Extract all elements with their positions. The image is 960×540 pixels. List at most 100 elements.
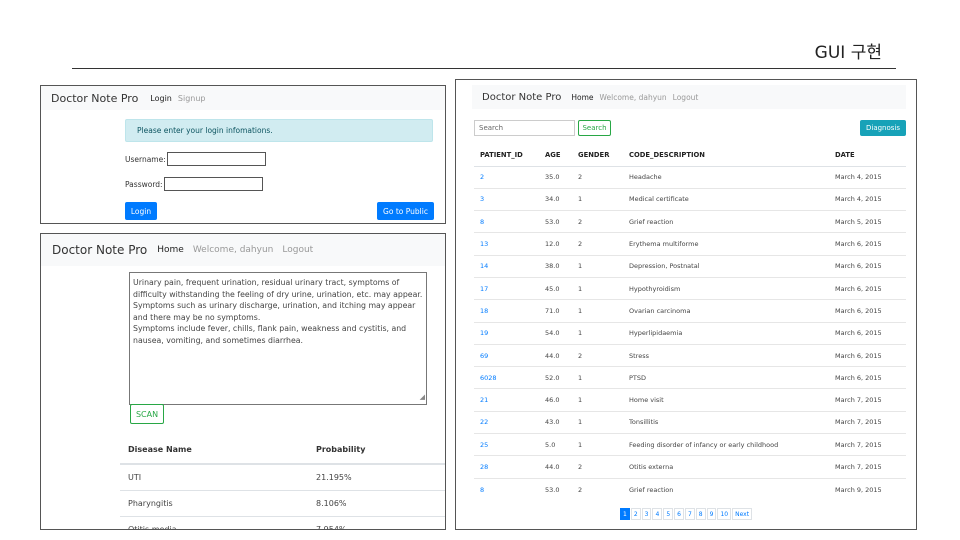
date-cell: March 7, 2015 [829,410,906,434]
patient-id-link[interactable]: 2 [474,165,539,189]
patient-id-link[interactable]: 69 [474,343,539,367]
probability: 8.106% [308,490,445,517]
patient-id-link[interactable]: 28 [474,455,539,479]
age-cell: 71.0 [539,299,572,323]
pagination-page[interactable]: 2 [630,508,641,520]
column-header: AGE [539,144,572,167]
pagination-page[interactable]: 5 [663,508,674,520]
age-cell: 45.0 [539,276,572,300]
gender-cell: 2 [572,477,623,501]
patient-id-link[interactable]: 6028 [474,366,539,389]
pagination-page[interactable]: 4 [652,508,663,520]
username-input[interactable] [166,152,266,166]
diagnosis-navbar: Doctor Note Pro Home Welcome, dahyun Log… [41,234,445,266]
date-cell: March 4, 2015 [829,165,906,189]
date-cell: March 5, 2015 [829,210,906,233]
column-header: GENDER [572,144,623,167]
gender-cell: 2 [572,455,623,479]
brand-logo[interactable]: Doctor Note Pro [52,243,147,257]
table-row: 2 35.0 2 Headache March 4, 2015 [474,165,906,189]
diagnosis-button[interactable]: Diagnosis [860,120,906,136]
patient-id-link[interactable]: 8 [474,477,539,501]
pagination-page[interactable]: 8 [695,508,706,520]
table-row: 22 43.0 1 Tonsillitis March 7, 2015 [474,410,906,434]
date-cell: March 6, 2015 [829,232,906,256]
date-cell: March 7, 2015 [829,433,906,456]
pagination-page[interactable]: 7 [684,508,695,520]
code-description-cell: PTSD [623,366,829,389]
disease-name: Otitis media [120,516,308,529]
pagination-page[interactable]: 1 [620,508,630,520]
gender-cell: 2 [572,232,623,256]
gender-cell: 1 [572,299,623,323]
age-cell: 12.0 [539,232,572,256]
gender-cell: 1 [572,410,623,434]
code-description-cell: Home visit [623,388,829,412]
patient-id-link[interactable]: 21 [474,388,539,412]
patient-id-link[interactable]: 8 [474,210,539,233]
code-description-cell: Grief reaction [623,477,829,501]
scan-button[interactable]: SCAN [130,404,164,424]
patient-id-link[interactable]: 14 [474,254,539,278]
code-description-cell: Medical certificate [623,187,829,211]
patient-id-link[interactable]: 17 [474,276,539,300]
patient-id-link[interactable]: 18 [474,299,539,323]
gender-cell: 2 [572,165,623,189]
username-label: Username: [125,154,166,164]
pagination-next[interactable]: Next [732,508,753,520]
nav-logout[interactable]: Logout [673,93,699,102]
slide-title: GUI 구현 [814,43,882,63]
code-description-cell: Otitis externa [623,455,829,479]
patient-id-link[interactable]: 3 [474,187,539,211]
search-input[interactable]: Search [474,120,575,136]
patient-table: PATIENT_ID AGE GENDER CODE_DESCRIPTION D… [474,144,906,501]
table-row: 19 54.0 1 Hyperlipidaemia March 6, 2015 [474,321,906,345]
date-cell: March 7, 2015 [829,455,906,479]
nav-home[interactable]: Home [571,93,593,102]
code-description-cell: Feeding disorder of infancy or early chi… [623,433,829,456]
pagination-page[interactable]: 6 [674,508,684,520]
search-button[interactable]: Search [578,120,611,136]
slide-divider [72,68,896,69]
brand-logo[interactable]: Doctor Note Pro [51,92,138,105]
password-input[interactable] [163,177,263,191]
login-info-alert: Please enter your login infomations. [125,119,433,142]
resize-handle-icon[interactable]: ◢ [420,392,425,404]
code-description-cell: Stress [623,343,829,367]
table-row: 18 71.0 1 Ovarian carcinoma March 6, 2015 [474,299,906,323]
pagination-page[interactable]: 9 [706,508,717,520]
go-to-public-button[interactable]: Go to Public [377,202,434,220]
table-header-row: PATIENT_ID AGE GENDER CODE_DESCRIPTION D… [474,144,906,167]
age-cell: 34.0 [539,187,572,211]
code-description-cell: Erythema multiforme [623,232,829,256]
login-button[interactable]: Login [125,202,157,220]
patient-navbar: Doctor Note Pro Home Welcome, dahyun Log… [472,85,906,109]
gender-cell: 2 [572,210,623,233]
age-cell: 44.0 [539,343,572,367]
patient-id-link[interactable]: 22 [474,410,539,434]
nav-logout[interactable]: Logout [282,245,313,255]
nav-login[interactable]: Login [150,94,172,103]
age-cell: 53.0 [539,210,572,233]
gender-cell: 1 [572,366,623,389]
code-description-cell: Depression, Postnatal [623,254,829,278]
patient-id-link[interactable]: 13 [474,232,539,256]
table-row: 13 12.0 2 Erythema multiforme March 6, 2015 [474,232,906,256]
pagination-page[interactable]: 10 [717,508,732,520]
nav-welcome: Welcome, dahyun [599,92,667,102]
date-cell: March 6, 2015 [829,343,906,367]
gender-cell: 1 [572,388,623,412]
login-navbar: Doctor Note Pro Login Signup [41,86,445,110]
pagination: 1 2 3 4 5 6 7 8 9 10 Next [620,508,753,520]
pagination-page[interactable]: 3 [641,508,652,520]
patient-id-link[interactable]: 25 [474,433,539,456]
brand-logo[interactable]: Doctor Note Pro [482,92,561,103]
nav-home[interactable]: Home [157,245,184,255]
symptoms-textarea[interactable]: Urinary pain, frequent urination, residu… [129,272,427,405]
column-header: CODE_DESCRIPTION [623,144,829,167]
patient-id-link[interactable]: 19 [474,321,539,345]
date-cell: March 6, 2015 [829,254,906,278]
nav-signup[interactable]: Signup [178,94,206,103]
probability: 7.954% [308,516,445,529]
table-row: Pharyngitis 8.106% [120,490,445,517]
